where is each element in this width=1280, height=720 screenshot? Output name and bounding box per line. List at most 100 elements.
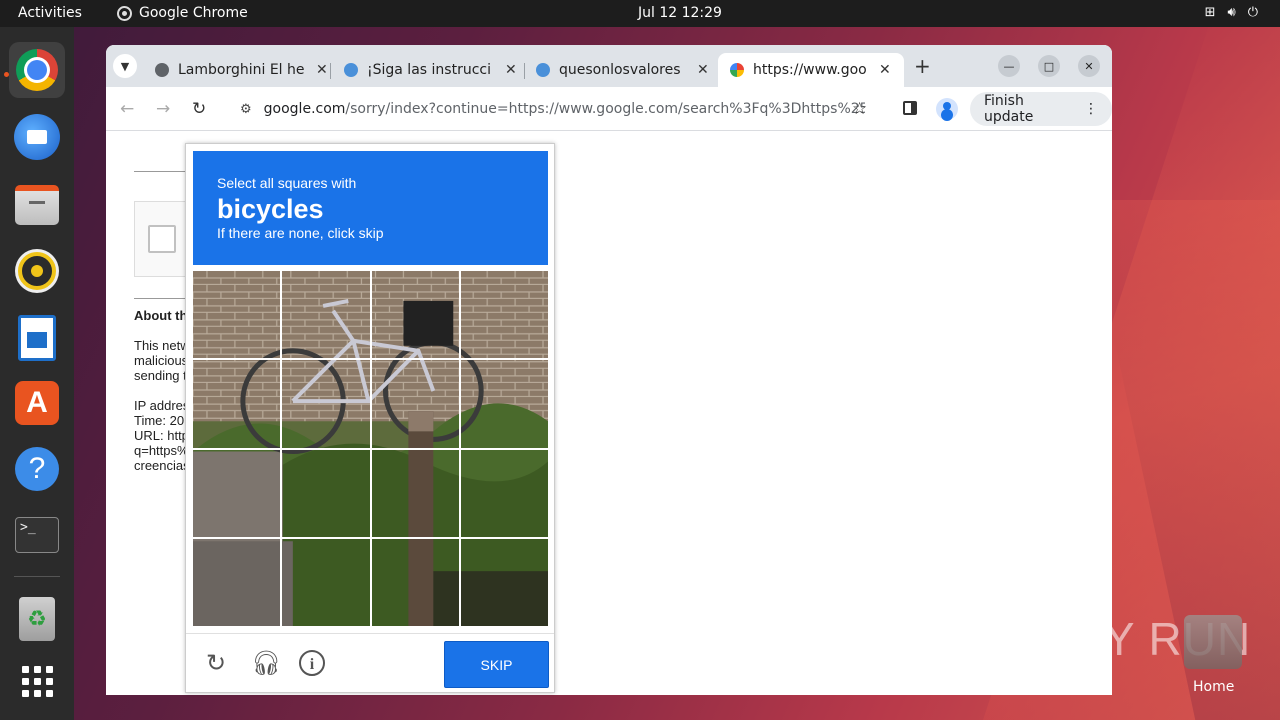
download-cloud-icon [536,63,550,77]
dock-item-help[interactable]: ? [9,441,65,497]
chrome-small-icon [117,5,132,21]
side-panel-icon[interactable] [903,101,917,115]
dock-item-chrome[interactable] [9,42,65,98]
captcha-hint: If there are none, click skip [217,225,384,241]
tab-2[interactable]: ¡Siga las instrucci ✕ [332,53,522,87]
chrome-icon [16,49,58,91]
globe-icon [155,63,169,77]
close-icon[interactable]: ✕ [697,62,709,78]
info-icon[interactable]: i [299,650,325,676]
captcha-tile[interactable] [371,360,459,448]
captcha-tile[interactable] [282,271,370,359]
tab-title: https://www.goo [753,62,867,78]
captcha-tile[interactable] [460,538,548,626]
captcha-tile[interactable] [460,449,548,537]
site-settings-icon[interactable]: ⚙ [240,102,252,117]
finish-update-label: Finish update [984,93,1034,125]
dock-item-files[interactable] [9,177,65,233]
captcha-tile[interactable] [371,538,459,626]
recaptcha-checkbox[interactable] [148,225,176,253]
home-folder-label: Home [1193,679,1235,695]
new-tab-button[interactable]: + [914,54,931,78]
download-cloud-icon [344,63,358,77]
more-menu-icon: ⋮ [1084,101,1098,117]
captcha-tile[interactable] [193,271,281,359]
app-menu-label: Google Chrome [139,5,248,21]
tab-search-button[interactable]: ▼ [113,54,137,78]
captcha-header: Select all squares with bicycles If ther… [193,151,548,265]
arrow-left-icon: ← [120,99,135,119]
tab-strip: ▼ Lamborghini El he ✕ ¡Siga las instrucc… [106,45,1112,87]
captcha-tile[interactable] [193,538,281,626]
show-apps-icon [21,665,53,697]
back-button[interactable]: ← [120,99,134,119]
captcha-tile[interactable] [282,449,370,537]
dock-item-app-center[interactable]: A [9,375,65,431]
dock-item-thunderbird[interactable] [9,109,65,165]
browser-toolbar: ← → ↻ ⚙ google.com /sorry/index?continue… [106,87,1112,131]
dock-item-terminal[interactable]: >_ [9,507,65,563]
tab-title: quesonlosvalores [559,62,681,78]
tab-title: ¡Siga las instrucci [367,62,491,78]
arrow-right-icon: → [156,99,171,119]
captcha-tile[interactable] [282,360,370,448]
thunderbird-icon [14,114,60,160]
clock[interactable]: Jul 12 12:29 [638,5,722,21]
tab-separator [330,63,331,79]
finish-update-button[interactable]: Finish update ⋮ [970,92,1112,126]
captcha-tile[interactable] [282,538,370,626]
reload-challenge-icon[interactable]: ↻ [203,650,229,676]
dock-item-rhythmbox[interactable] [9,243,65,299]
close-icon[interactable]: ✕ [879,62,891,78]
address-bar[interactable]: ⚙ google.com /sorry/index?continue=https… [226,92,886,126]
activities-button[interactable]: Activities [18,5,82,21]
app-menu[interactable]: Google Chrome [117,5,248,21]
reload-button[interactable]: ↻ [192,99,206,119]
dock-item-writer[interactable] [9,310,65,366]
url-host: google.com [263,101,346,117]
volume-icon: 🔊︎ [1227,5,1236,20]
maximize-button[interactable]: □ [1038,55,1060,77]
app-center-icon: A [15,381,59,425]
network-icon: ⊞ [1204,5,1216,20]
tab-title: Lamborghini El he [178,62,305,78]
headphones-icon[interactable]: 🎧︎ [251,650,281,676]
dock-item-trash[interactable]: ♻ [9,591,65,647]
bookmark-star-icon[interactable]: ☆ [852,99,867,119]
tab-1[interactable]: Lamborghini El he ✕ [143,53,328,87]
close-icon[interactable]: ✕ [316,62,328,78]
maximize-icon: □ [1043,59,1055,73]
captcha-tile[interactable] [460,360,548,448]
minimize-icon: — [1003,59,1015,73]
tab-4-active[interactable]: https://www.goo ✕ [718,53,904,87]
captcha-image-grid [193,271,548,626]
writer-icon [18,315,56,361]
dock: A ? >_ ♻ [0,27,74,720]
close-icon[interactable]: ✕ [505,62,517,78]
terminal-icon: >_ [15,517,59,553]
profile-avatar[interactable] [936,98,958,120]
minimize-button[interactable]: — [998,55,1020,77]
power-icon: ⏻ [1247,5,1258,20]
captcha-tile[interactable] [193,449,281,537]
captcha-tile[interactable] [460,271,548,359]
tab-3[interactable]: quesonlosvalores ✕ [524,53,719,87]
reload-icon: ↻ [192,99,207,119]
files-icon [15,185,59,225]
close-window-button[interactable]: ✕ [1078,55,1100,77]
close-icon: ✕ [1084,59,1094,73]
rhythmbox-icon [18,252,56,290]
forward-button[interactable]: → [156,99,170,119]
skip-button[interactable]: SKIP [444,641,549,688]
captcha-target: bicycles [217,194,324,224]
home-folder-icon[interactable] [1184,615,1242,669]
captcha-tile[interactable] [193,360,281,448]
captcha-tile[interactable] [371,449,459,537]
captcha-instruction: Select all squares with [217,175,357,191]
dock-item-show-apps[interactable] [9,653,65,709]
chevron-down-icon: ▼ [120,59,130,73]
trash-icon: ♻ [19,597,55,641]
captcha-footer: ↻ 🎧︎ i SKIP [186,633,554,693]
captcha-tile[interactable] [371,271,459,359]
system-tray[interactable]: ⊞ 🔊︎ ⏻ [1205,5,1258,20]
